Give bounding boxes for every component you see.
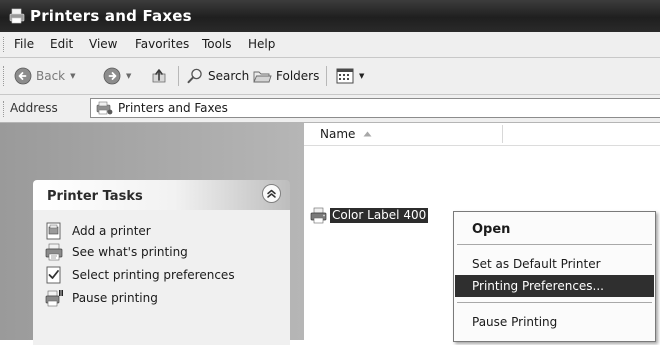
menu-printing-preferences[interactable]: Printing Preferences... xyxy=(455,275,654,297)
task-pause-printing[interactable]: Pause printing xyxy=(45,288,158,308)
task-add-printer[interactable]: Add a printer xyxy=(45,221,151,241)
menu-printing-preferences-label: Printing Preferences... xyxy=(472,279,604,293)
search-button[interactable]: Search xyxy=(186,66,249,86)
forward-dropdown-icon[interactable]: ▼ xyxy=(126,72,131,80)
menu-edit[interactable]: Edit xyxy=(50,37,73,51)
window-title: Printers and Faxes xyxy=(30,7,192,25)
menu-set-default-printer[interactable]: Set as Default Printer xyxy=(455,253,654,275)
printer-tasks-title: Printer Tasks xyxy=(47,189,143,204)
standard-toolbar: Back ▼ ▼ Search Folders ▼ xyxy=(0,58,660,95)
up-button[interactable] xyxy=(150,66,170,86)
menu-favorites[interactable]: Favorites xyxy=(135,37,189,51)
sort-ascending-icon xyxy=(363,131,372,137)
task-label: See what's printing xyxy=(72,245,188,259)
printer-icon xyxy=(9,8,25,24)
toolbar-grip[interactable] xyxy=(3,66,7,86)
printers-folder-icon xyxy=(96,101,113,115)
menu-separator xyxy=(457,244,652,245)
preferences-icon xyxy=(46,266,61,284)
pause-printer-icon xyxy=(45,290,63,307)
search-icon xyxy=(187,68,202,84)
task-label: Add a printer xyxy=(72,224,151,238)
back-arrow-icon xyxy=(14,67,32,85)
print-queue-icon xyxy=(45,243,63,261)
views-button[interactable]: ▼ xyxy=(336,66,364,86)
address-input[interactable]: Printers and Faxes xyxy=(90,98,660,118)
addressbar-grip[interactable] xyxy=(3,101,7,117)
menu-view[interactable]: View xyxy=(89,37,117,51)
folders-button[interactable]: Folders xyxy=(252,66,319,86)
task-label: Pause printing xyxy=(72,291,158,305)
back-label: Back xyxy=(36,69,66,83)
collapse-chevron-icon xyxy=(267,189,276,198)
menu-bar: File Edit View Favorites Tools Help xyxy=(0,32,660,58)
task-see-printing[interactable]: See what's printing xyxy=(45,242,188,262)
menu-separator xyxy=(457,302,652,303)
column-name-label: Name xyxy=(320,127,356,141)
column-header-row: Name xyxy=(304,123,660,146)
task-select-preferences[interactable]: Select printing preferences xyxy=(45,265,235,285)
toolbar-separator xyxy=(178,66,179,86)
forward-arrow-icon xyxy=(103,67,121,85)
add-printer-icon xyxy=(46,222,61,240)
title-bar: Printers and Faxes xyxy=(0,0,660,32)
back-button[interactable]: Back ▼ xyxy=(14,66,76,86)
address-bar: Address Printers and Faxes xyxy=(0,95,660,123)
task-pane: Printer Tasks Add a printer See what's p… xyxy=(0,123,304,345)
menu-set-default-label: Set as Default Printer xyxy=(472,257,601,271)
back-dropdown-icon[interactable]: ▼ xyxy=(70,72,75,80)
column-header-name[interactable]: Name xyxy=(320,127,372,141)
collapse-button[interactable] xyxy=(262,184,281,203)
printer-tasks-header[interactable]: Printer Tasks xyxy=(33,180,290,210)
column-divider[interactable] xyxy=(502,125,503,143)
menubar-grip[interactable] xyxy=(3,37,7,52)
menu-help[interactable]: Help xyxy=(248,37,275,51)
forward-button[interactable]: ▼ xyxy=(103,66,131,86)
task-label: Select printing preferences xyxy=(72,268,235,282)
menu-open[interactable]: Open xyxy=(455,218,654,240)
views-dropdown-icon[interactable]: ▼ xyxy=(359,72,364,80)
printer-icon xyxy=(310,207,327,224)
folders-icon xyxy=(253,71,272,83)
menu-open-label: Open xyxy=(472,222,511,237)
views-icon xyxy=(336,68,354,84)
menu-file[interactable]: File xyxy=(14,37,34,51)
search-label: Search xyxy=(208,69,250,83)
printer-tasks-list: Add a printer See what's printing Select… xyxy=(33,210,290,345)
menu-pause-printing-label: Pause Printing xyxy=(472,315,558,329)
printer-item[interactable]: Color Label 400 xyxy=(310,205,429,225)
toolbar-separator xyxy=(326,66,327,86)
context-menu: Open Set as Default Printer Printing Pre… xyxy=(453,211,656,342)
address-value: Printers and Faxes xyxy=(118,101,228,115)
address-label: Address xyxy=(10,101,58,115)
printer-tasks-panel: Printer Tasks Add a printer See what's p… xyxy=(33,180,290,345)
menu-pause-printing[interactable]: Pause Printing xyxy=(455,311,654,333)
menu-tools[interactable]: Tools xyxy=(202,37,232,51)
up-folder-icon xyxy=(152,69,166,83)
printer-name: Color Label 400 xyxy=(330,207,429,223)
folders-label: Folders xyxy=(276,69,320,83)
